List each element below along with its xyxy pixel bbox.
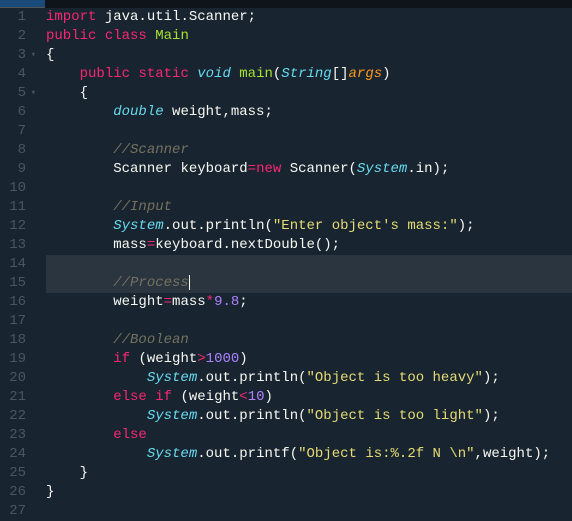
line-number: 7	[0, 122, 26, 141]
line-number: 9	[0, 160, 26, 179]
code-line[interactable]: System.out.println("Object is too heavy"…	[46, 369, 572, 388]
code-line[interactable]: {	[46, 46, 572, 65]
line-number: 23	[0, 426, 26, 445]
code-editor[interactable]: 1 2 3 4 5 6 7 8 9 10 11 12 13 14 15 16 1…	[0, 8, 572, 521]
line-number: 27	[0, 502, 26, 521]
line-number: 1	[0, 8, 26, 27]
code-line[interactable]	[46, 312, 572, 331]
code-line[interactable]: if (weight>1000)	[46, 350, 572, 369]
code-line[interactable]: System.out.printf("Object is:%.2f N \n",…	[46, 445, 572, 464]
code-line[interactable]	[46, 179, 572, 198]
line-number: 15	[0, 274, 26, 293]
line-number: 22	[0, 407, 26, 426]
code-line-active[interactable]: //Process	[46, 274, 572, 293]
line-number: 11	[0, 198, 26, 217]
code-line[interactable]	[46, 122, 572, 141]
code-line[interactable]: double weight,mass;	[46, 103, 572, 122]
line-number: 25	[0, 464, 26, 483]
code-line[interactable]: public class Main	[46, 27, 572, 46]
code-line[interactable]: System.out.println("Object is too light"…	[46, 407, 572, 426]
code-line[interactable]: }	[46, 483, 572, 502]
line-number: 12	[0, 217, 26, 236]
code-line[interactable]: weight=mass*9.8;	[46, 293, 572, 312]
code-area[interactable]: import java.util.Scanner; public class M…	[32, 8, 572, 521]
code-line[interactable]: //Input	[46, 198, 572, 217]
line-number: 17	[0, 312, 26, 331]
code-line[interactable]: mass=keyboard.nextDouble();	[46, 236, 572, 255]
code-line[interactable]: Scanner keyboard=new Scanner(System.in);	[46, 160, 572, 179]
line-number: 21	[0, 388, 26, 407]
line-number[interactable]: 3	[0, 46, 26, 65]
code-line[interactable]: public static void main(String[]args)	[46, 65, 572, 84]
code-line[interactable]: {	[46, 84, 572, 103]
line-number: 20	[0, 369, 26, 388]
line-number: 16	[0, 293, 26, 312]
line-number: 26	[0, 483, 26, 502]
code-line[interactable]	[46, 502, 572, 521]
code-line[interactable]: import java.util.Scanner;	[46, 8, 572, 27]
code-line[interactable]: System.out.println("Enter object's mass:…	[46, 217, 572, 236]
line-number: 8	[0, 141, 26, 160]
line-number-gutter: 1 2 3 4 5 6 7 8 9 10 11 12 13 14 15 16 1…	[0, 8, 32, 521]
editor-tab[interactable]	[0, 0, 45, 8]
line-number: 19	[0, 350, 26, 369]
code-line[interactable]: //Scanner	[46, 141, 572, 160]
line-number: 6	[0, 103, 26, 122]
line-number: 24	[0, 445, 26, 464]
line-number: 4	[0, 65, 26, 84]
code-line[interactable]: }	[46, 464, 572, 483]
code-line[interactable]: //Boolean	[46, 331, 572, 350]
line-number: 10	[0, 179, 26, 198]
line-number: 13	[0, 236, 26, 255]
code-line[interactable]: else	[46, 426, 572, 445]
line-number[interactable]: 5	[0, 84, 26, 103]
code-line[interactable]	[46, 255, 572, 274]
line-number: 18	[0, 331, 26, 350]
code-line[interactable]: else if (weight<10)	[46, 388, 572, 407]
line-number: 14	[0, 255, 26, 274]
line-number: 2	[0, 27, 26, 46]
